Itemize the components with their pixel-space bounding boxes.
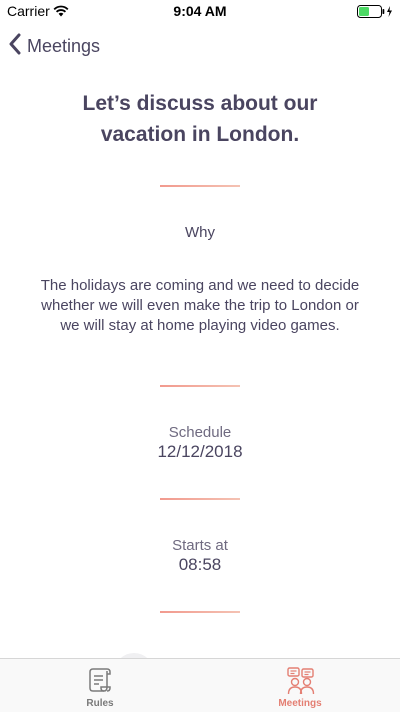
battery-icon xyxy=(357,5,395,23)
starts-at-value: 08:58 xyxy=(178,555,222,574)
navigation-bar: Meetings xyxy=(0,24,400,68)
people-chat-icon xyxy=(286,666,316,701)
starts-at-label: Starts at xyxy=(172,537,228,554)
schedule-value: 12/12/2018 xyxy=(157,442,243,461)
status-bar: Carrier 9:04 AM xyxy=(0,0,400,22)
section-divider xyxy=(160,185,240,187)
tab-rules-label: Rules xyxy=(86,698,114,709)
back-button-label: Meetings xyxy=(27,35,101,56)
meeting-detail-content[interactable]: Let’s discuss about our vacation in Lond… xyxy=(0,68,400,658)
tab-rules[interactable]: Rules xyxy=(0,659,200,712)
section-divider xyxy=(160,611,240,613)
schedule-label: Schedule xyxy=(168,424,232,441)
clock: 9:04 AM xyxy=(173,3,227,19)
tab-meetings-label: Meetings xyxy=(278,698,322,709)
scroll-document-icon xyxy=(86,666,114,699)
why-label: Why xyxy=(185,224,215,241)
tab-bar: Rules Meetings xyxy=(0,658,400,712)
meeting-title: Let’s discuss about our vacation in Lond… xyxy=(82,92,318,146)
why-description: The holidays are coming and we need to d… xyxy=(40,277,360,334)
section-divider xyxy=(160,385,240,387)
chevron-left-icon xyxy=(8,33,21,60)
tab-meetings[interactable]: Meetings xyxy=(200,659,400,712)
back-button[interactable]: Meetings xyxy=(8,31,100,61)
section-divider xyxy=(160,498,240,500)
